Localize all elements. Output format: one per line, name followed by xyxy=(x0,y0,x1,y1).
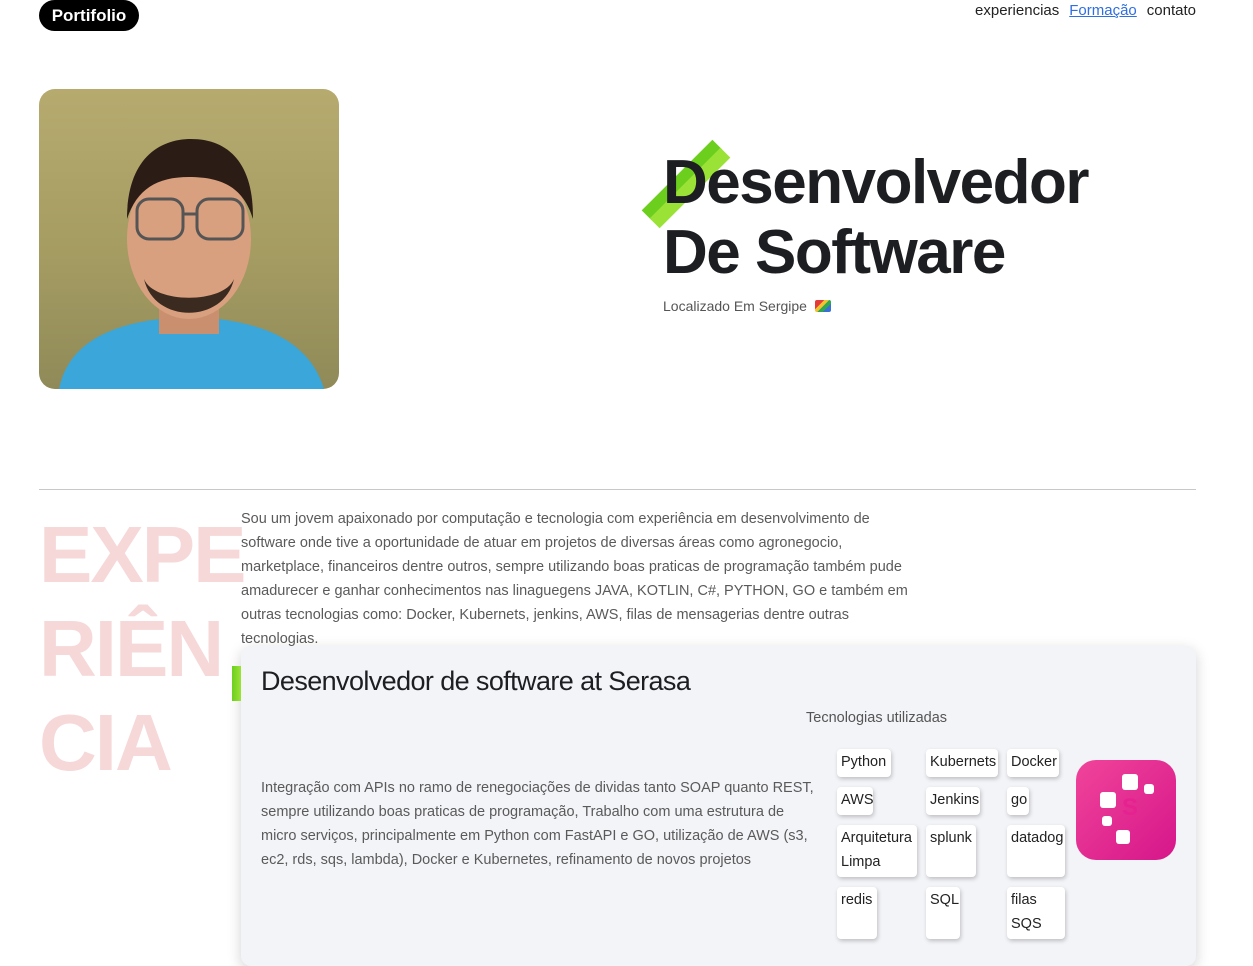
tech-chip: Docker xyxy=(1007,749,1059,777)
hero-title: Desenvolvedor De Software xyxy=(663,148,1090,288)
tech-chip: Python xyxy=(837,749,891,777)
side-word-line3: CIA xyxy=(39,698,173,787)
hero-title-line1: Desenvolvedor xyxy=(663,148,1090,217)
side-word-line2: RIÊN xyxy=(39,604,224,693)
nav-link-contato[interactable]: contato xyxy=(1147,2,1196,19)
sergipe-flag-icon xyxy=(814,300,831,312)
top-nav: experiencias Formação contato xyxy=(975,2,1196,19)
tech-chip: go xyxy=(1007,787,1029,815)
tech-chip: AWS xyxy=(837,787,874,815)
hero-title-line2: De Software xyxy=(663,218,1006,287)
tech-chip: Kubernets xyxy=(926,749,998,777)
serasa-logo-icon: S xyxy=(1076,760,1176,860)
tech-label: Tecnologias utilizadas xyxy=(806,710,948,726)
logo-button[interactable]: Portifolio xyxy=(39,0,139,31)
nav-link-formacao[interactable]: Formação xyxy=(1069,2,1137,19)
job-card: Desenvolvedor de software at Serasa Tecn… xyxy=(232,646,1196,966)
job-title: Desenvolvedor de software at Serasa xyxy=(261,666,691,696)
tech-chip: Jenkins xyxy=(926,787,980,815)
location-text: Localizado Em Sergipe xyxy=(663,298,831,314)
tech-chip: splunk xyxy=(926,825,976,877)
profile-portrait-illustration xyxy=(59,139,324,389)
card-accent-bar xyxy=(232,666,241,701)
tech-chip: SQL xyxy=(926,887,960,939)
tech-chip: datadog xyxy=(1007,825,1065,877)
section-side-word: EXPE RIÊN CIA xyxy=(39,508,246,790)
location-label: Localizado Em Sergipe xyxy=(663,298,807,314)
tech-chip: redis xyxy=(837,887,877,939)
tech-chip: filas SQS xyxy=(1007,887,1065,939)
section-divider xyxy=(39,489,1196,490)
job-description: Integração com APIs no ramo de renegocia… xyxy=(261,780,814,868)
tech-chip: Arquitetura Limpa xyxy=(837,825,917,877)
side-word-line1: EXPE xyxy=(39,510,246,599)
about-paragraph: Sou um jovem apaixonado por computação e… xyxy=(241,511,908,647)
profile-photo xyxy=(39,89,339,389)
nav-link-experiencias[interactable]: experiencias xyxy=(975,2,1059,19)
